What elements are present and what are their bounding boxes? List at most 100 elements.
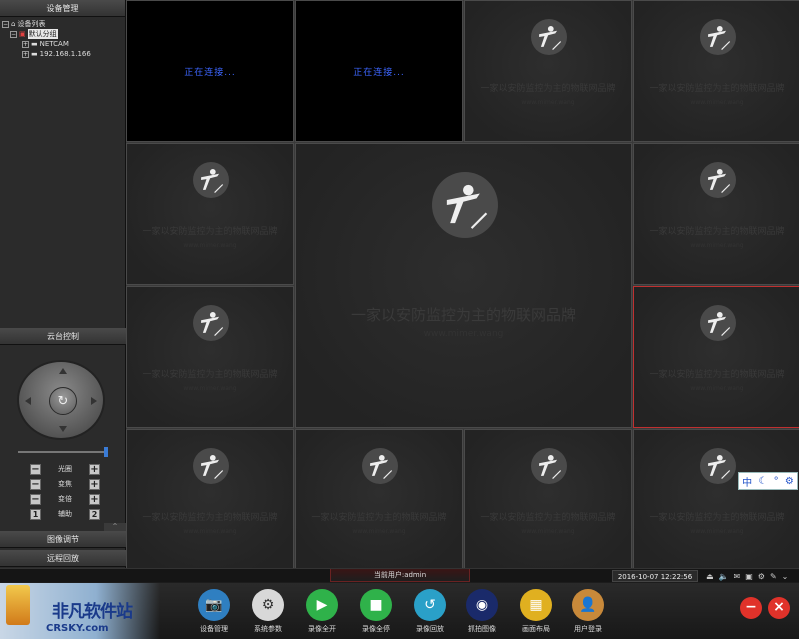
watermark-url: www.mimer.wang [183,528,237,535]
toolbar-button-camera[interactable]: 📷 设备管理 [190,589,238,634]
close-button[interactable]: × [768,597,790,619]
arrow-right-icon[interactable] [91,397,97,405]
ime-lang-icon[interactable]: 中 [742,474,752,489]
device-tree: − ⌂ 设备列表 − ▣ 默认分组 + ▬ NETCAM + ▬ 192.168… [0,17,125,328]
tree-item-ip[interactable]: + ▬ 192.168.1.166 [2,49,123,59]
video-cell[interactable]: 一家以安防监控为主的物联网品牌 www.mimer.wang [126,429,294,571]
expand-toggle-icon[interactable]: + [22,50,29,58]
watermark-url: www.mimer.wang [183,385,237,392]
collapse-toggle-icon[interactable]: − [10,30,17,38]
snapshot-icon: ◉ [466,589,498,621]
watermark-url: www.mimer.wang [690,528,744,535]
toolbar-button-user[interactable]: 👤 用户登录 [564,589,612,634]
ime-toolbar[interactable]: 中 ☾ ° ⚙ [738,472,798,490]
video-cell[interactable]: 一家以安防监控为主的物联网品牌 www.mimer.wang [295,429,463,571]
screenshot-icon[interactable]: ▣ [745,572,753,581]
brand-watermark-icon [431,172,498,238]
brand-logo-icon [6,585,30,625]
iris-plus-button[interactable]: + [89,463,100,475]
playback-icon: ↺ [414,589,446,621]
ptz-speed-slider[interactable] [18,447,108,457]
toolbar-button-label: 系统参数 [254,625,282,633]
video-cell[interactable]: 正在连接... [295,0,463,142]
aux-1-button[interactable]: 1 [30,508,41,520]
minimize-button[interactable]: − [740,597,762,619]
zoom-plus-button[interactable]: + [89,493,100,505]
layout-icon: ▦ [520,589,552,621]
remote-playback-header[interactable]: 远程回放 [0,550,126,567]
iris-label: 光圈 [58,465,72,473]
pin-icon[interactable]: ✎ [770,572,777,581]
tree-root[interactable]: − ⌂ 设备列表 [2,19,123,29]
ptz-header[interactable]: 云台控制 [0,328,126,345]
video-cell[interactable]: 一家以安防监控为主的物联网品牌 www.mimer.wang [633,429,799,571]
watermark-url: www.mimer.wang [521,528,575,535]
arrow-left-icon[interactable] [25,397,31,405]
ime-gear-icon[interactable]: ⚙ [785,476,794,487]
camera-icon: ▬ [31,40,38,48]
tree-group[interactable]: − ▣ 默认分组 [2,29,123,39]
video-cell[interactable]: 一家以安防监控为主的物联网品牌 www.mimer.wang [633,143,799,285]
iris-control: − 光圈 + [30,463,100,475]
toolbar-button-snapshot[interactable]: ◉ 抓拍图像 [458,589,506,634]
toolbar-button-label: 设备管理 [200,625,228,633]
aux-2-button[interactable]: 2 [89,508,100,520]
zoom-minus-button[interactable]: − [30,493,41,505]
watermark-text: 一家以安防监控为主的物联网品牌 [649,227,785,237]
video-cell[interactable]: 一家以安防监控为主的物联网品牌 www.mimer.wang [633,0,799,142]
brand-watermark-icon [362,448,398,484]
toolbar-button-layout[interactable]: ▦ 画面布局 [512,589,560,634]
watermark-text: 一家以安防监控为主的物联网品牌 [649,513,785,523]
video-cell[interactable]: 一家以安防监控为主的物联网品牌 www.mimer.wang [126,143,294,285]
bottom-toolbar: 非凡软件站 CRSKY.com 📷 设备管理 ⚙ 系统参数 ▶ 录像全开 ■ 录像全停 ↺ 录像回… [0,583,799,639]
brand-watermark-icon [531,448,567,484]
video-cell[interactable]: 一家以安防监控为主的物联网品牌 www.mimer.wang [633,286,799,428]
toolbar-button-playback[interactable]: ↺ 录像回放 [406,589,454,634]
tree-item-netcam[interactable]: + ▬ NETCAM [2,39,123,49]
eject-icon[interactable]: ⏏ [706,572,714,581]
watermark-text: 一家以安防监控为主的物联网品牌 [649,370,785,380]
tree-group-label: 默认分组 [27,29,58,39]
settings-tray-icon[interactable]: ⚙ [758,572,765,581]
device-mgmt-header[interactable]: 设备管理 [0,0,125,17]
video-cell[interactable]: 一家以安防监控为主的物联网品牌 www.mimer.wang [464,429,632,571]
toolbar-button-record-on[interactable]: ▶ 录像全开 [298,589,346,634]
group-icon: ▣ [19,30,26,38]
image-adjust-header[interactable]: 图像调节 [0,531,126,548]
toolbar-button-label: 录像全开 [308,625,336,633]
watermark-text: 一家以安防监控为主的物联网品牌 [649,84,785,94]
tray-chevron-icon[interactable]: ⌄ [782,572,789,581]
zoom-label: 变倍 [58,495,72,503]
focus-plus-button[interactable]: + [89,478,100,490]
ime-moon-icon[interactable]: ☾ [758,476,767,487]
toolbar-button-label: 录像全停 [362,625,390,633]
record-off-icon: ■ [360,589,392,621]
mail-icon[interactable]: ✉ [734,572,741,581]
arrow-up-icon[interactable] [59,368,67,374]
iris-minus-button[interactable]: − [30,463,41,475]
slider-knob[interactable] [104,447,108,457]
ime-punct-icon[interactable]: ° [774,476,779,487]
brand-watermark-icon [193,162,229,198]
brand-title: 非凡软件站 [52,602,133,622]
collapse-toggle-icon[interactable]: − [2,20,9,28]
app-window: 设备管理 − ⌂ 设备列表 − ▣ 默认分组 + ▬ NETCAM + ▬ 19… [0,0,799,639]
toolbar-button-record-off[interactable]: ■ 录像全停 [352,589,400,634]
video-cell[interactable]: 一家以安防监控为主的物联网品牌 www.mimer.wang [295,143,632,428]
current-user-label: 当前用户:admin [330,569,470,582]
watermark-text: 一家以安防监控为主的物联网品牌 [142,227,278,237]
toolbar-button-gear[interactable]: ⚙ 系统参数 [244,589,292,634]
volume-icon[interactable]: 🔈 [719,572,729,581]
video-cell[interactable]: 正在连接... [126,0,294,142]
home-icon: ⌂ [11,20,16,28]
expand-toggle-icon[interactable]: + [22,40,29,48]
arrow-down-icon[interactable] [59,426,67,432]
video-cell[interactable]: 一家以安防监控为主的物联网品牌 www.mimer.wang [126,286,294,428]
watermark-url: www.mimer.wang [690,385,744,392]
ptz-direction-pad[interactable]: ↻ [17,360,105,440]
focus-minus-button[interactable]: − [30,478,41,490]
ptz-collapse-button[interactable]: ^ [104,523,126,531]
auto-rotate-icon[interactable]: ↻ [49,387,77,415]
ptz-panel: 云台控制 ↻ − 光圈 + − 变焦 + − 变倍 + 1 辅助 2 [0,328,126,526]
video-cell[interactable]: 一家以安防监控为主的物联网品牌 www.mimer.wang [464,0,632,142]
